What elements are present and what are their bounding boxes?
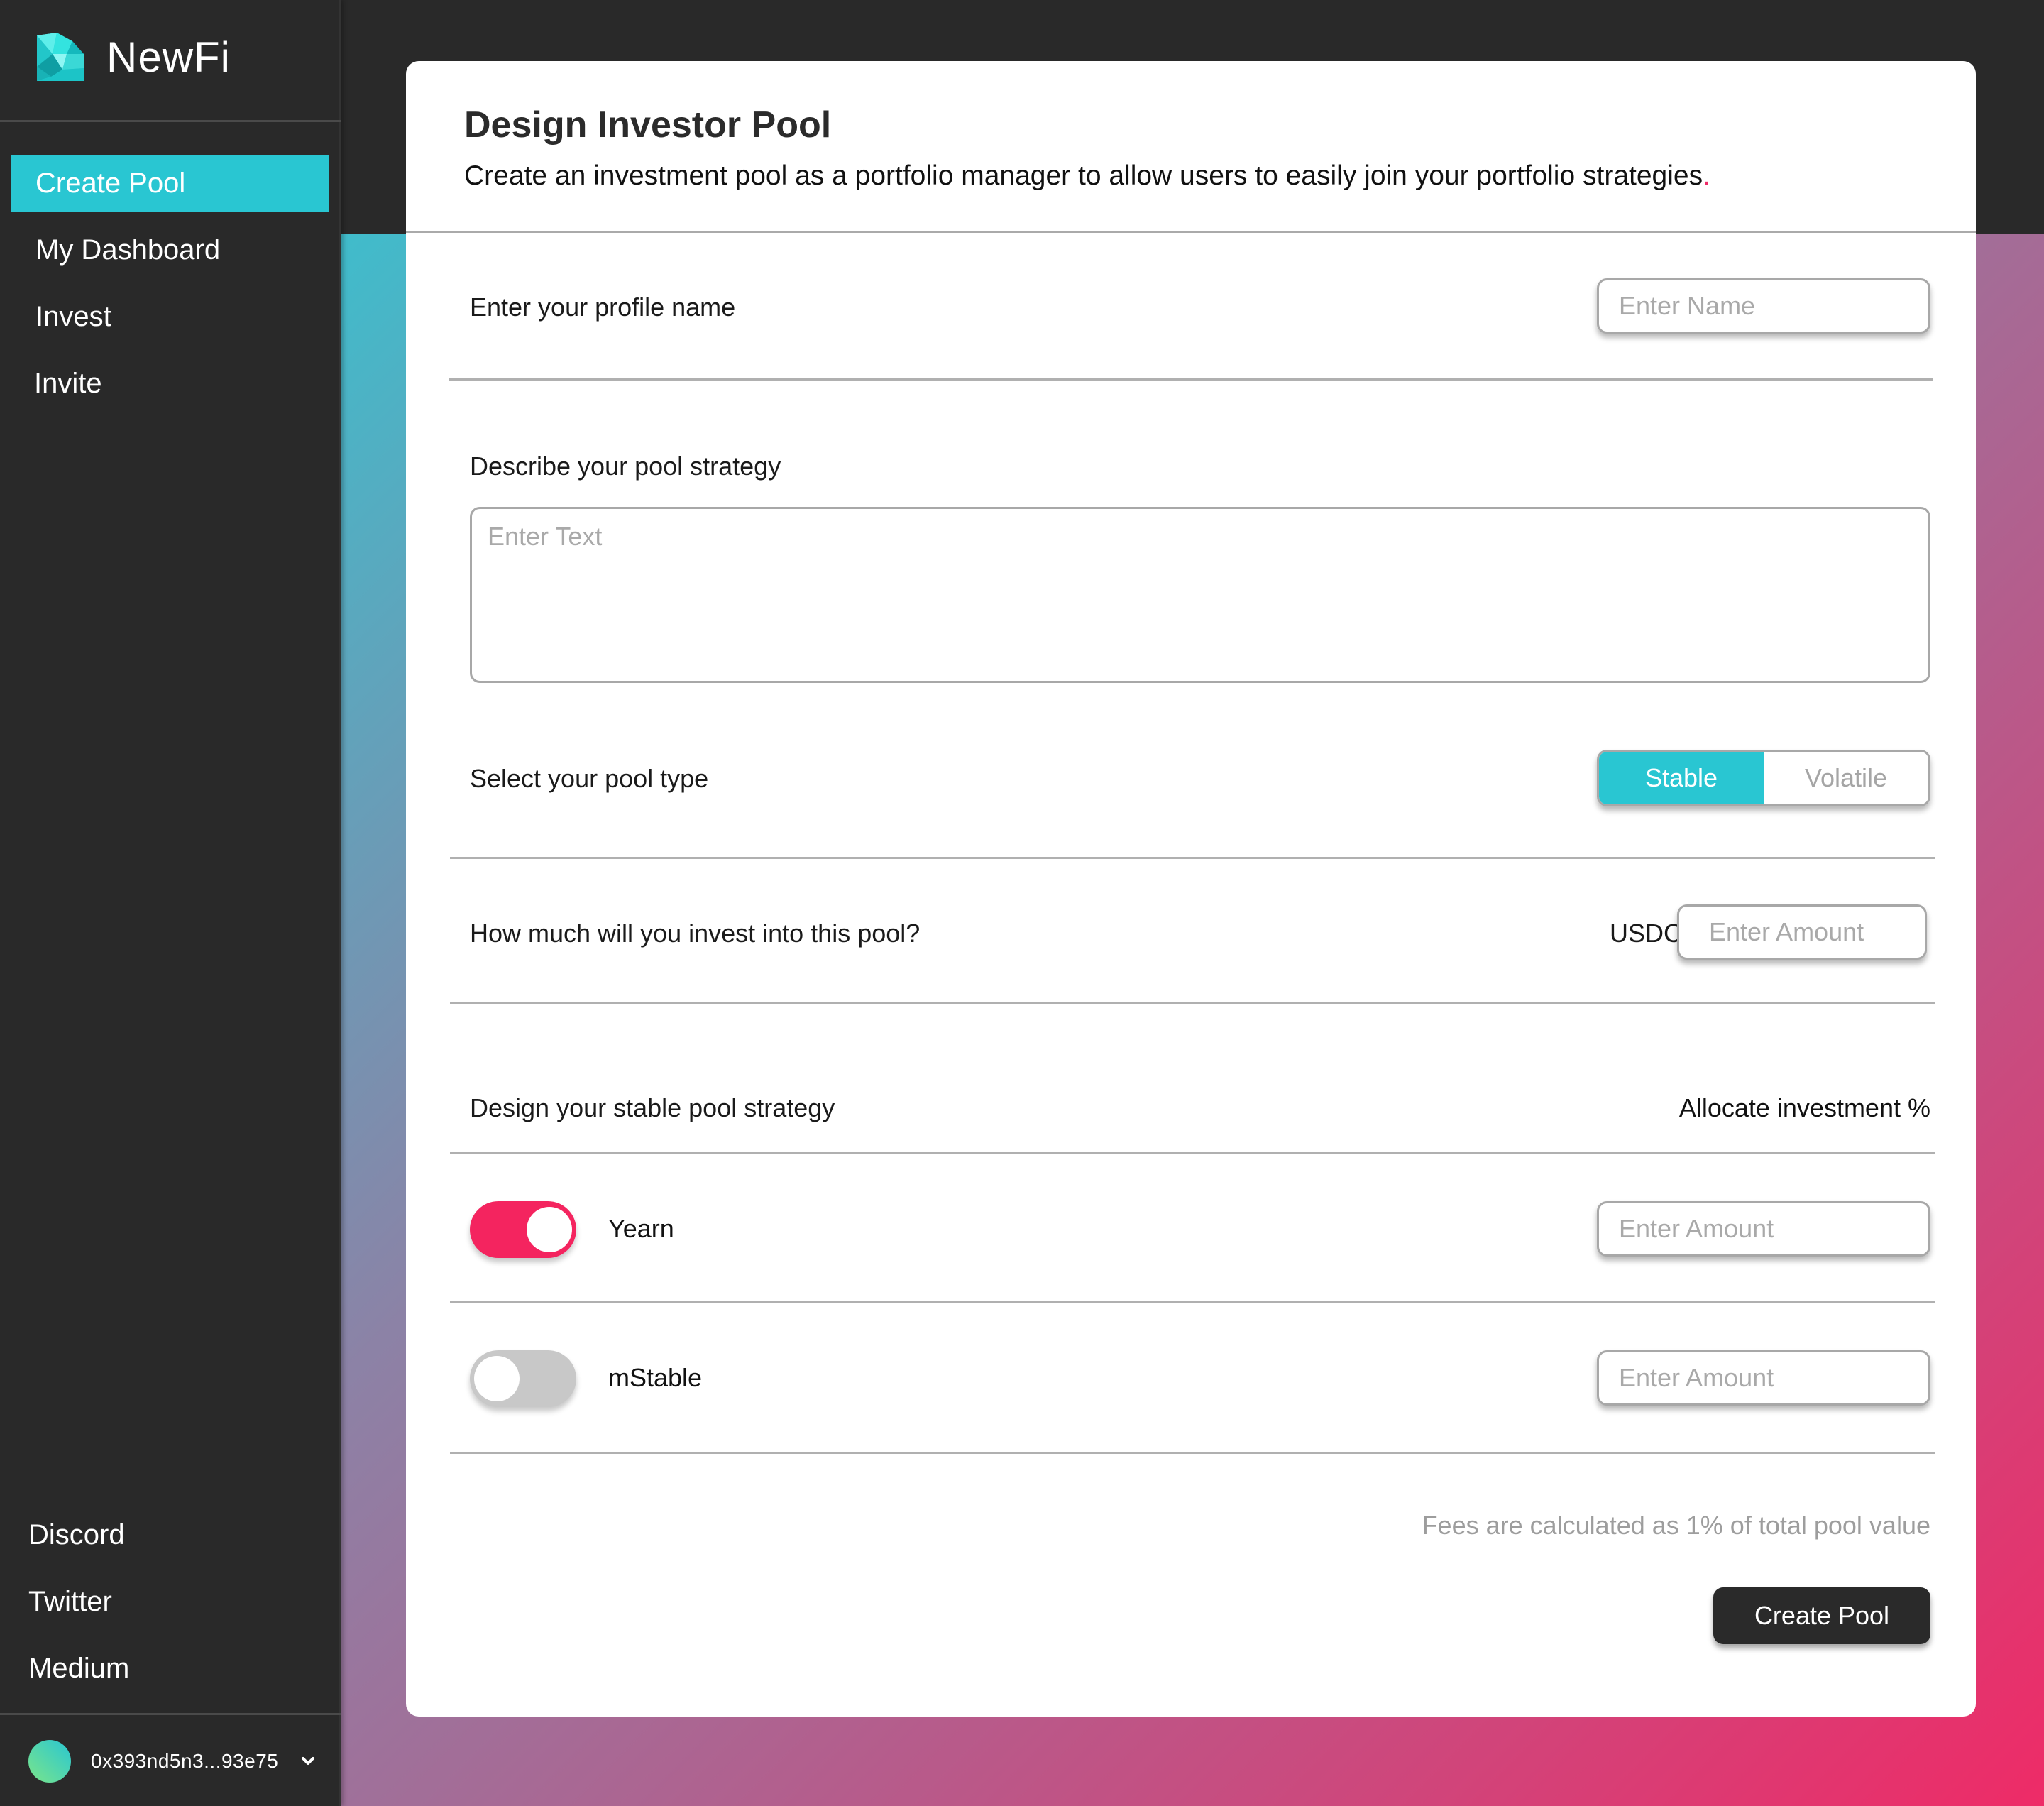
- yearn-label: Yearn: [608, 1214, 674, 1243]
- pool-type-stable[interactable]: Stable: [1599, 752, 1764, 804]
- mstable-label: mStable: [608, 1363, 703, 1392]
- subtitle-period: .: [1703, 160, 1710, 191]
- strategy-description-textarea[interactable]: [470, 507, 1930, 683]
- sidebar-item-invest[interactable]: Invest: [11, 288, 329, 345]
- divider: [450, 1152, 1935, 1154]
- sidebar-item-my-dashboard[interactable]: My Dashboard: [11, 221, 329, 278]
- sidebar-divider-bottom: [0, 1713, 341, 1715]
- sidebar-item-create-pool[interactable]: Create Pool: [11, 155, 329, 212]
- pool-type-volatile[interactable]: Volatile: [1764, 752, 1928, 804]
- pool-type-selector: Stable Volatile: [1597, 750, 1930, 806]
- create-pool-button[interactable]: Create Pool: [1713, 1587, 1930, 1644]
- design-pool-card: Design Investor Pool Create an investmen…: [406, 61, 1976, 1717]
- divider: [450, 1002, 1935, 1004]
- wallet-address: 0x393nd5n3...93e75: [91, 1750, 279, 1772]
- sidebar-item-invite[interactable]: Invite: [11, 355, 329, 412]
- mstable-allocation-input[interactable]: [1597, 1350, 1930, 1406]
- avatar: [28, 1740, 71, 1783]
- strategy-description-label: Describe your pool strategy: [470, 452, 781, 481]
- diamond-icon: [37, 33, 84, 81]
- mstable-toggle[interactable]: [470, 1350, 576, 1407]
- page-title: Design Investor Pool: [464, 104, 832, 146]
- wallet-selector[interactable]: 0x393nd5n3...93e75: [28, 1739, 317, 1783]
- pool-type-label: Select your pool type: [470, 764, 709, 793]
- page-subtitle-text: Create an investment pool as a portfolio…: [464, 160, 1703, 191]
- divider: [450, 1452, 1935, 1454]
- profile-name-label: Enter your profile name: [470, 292, 736, 322]
- chevron-down-icon[interactable]: [300, 1753, 317, 1770]
- toggle-knob: [474, 1356, 520, 1401]
- stable-strategy-label: Design your stable pool strategy: [470, 1093, 835, 1122]
- sidebar-divider: [0, 120, 341, 122]
- investment-amount-input[interactable]: [1677, 904, 1927, 960]
- sidebar-nav: Create Pool My Dashboard Invest Invite: [11, 155, 329, 422]
- card-header: Design Investor Pool Create an investmen…: [406, 61, 1976, 233]
- social-link-twitter[interactable]: Twitter: [28, 1568, 129, 1635]
- brand-name: NewFi: [106, 33, 231, 81]
- divider: [450, 857, 1935, 859]
- page-subtitle: Create an investment pool as a portfolio…: [464, 160, 1710, 192]
- toggle-knob: [527, 1207, 572, 1252]
- social-links: Discord Twitter Medium: [28, 1501, 129, 1702]
- yearn-allocation-input[interactable]: [1597, 1201, 1930, 1257]
- yearn-toggle[interactable]: [470, 1201, 576, 1258]
- investment-amount-label: How much will you invest into this pool?: [470, 919, 921, 948]
- currency-label: USDC: [1610, 919, 1683, 948]
- social-link-discord[interactable]: Discord: [28, 1501, 129, 1568]
- profile-name-input[interactable]: [1597, 278, 1930, 334]
- divider: [450, 1301, 1935, 1303]
- allocation-header: Allocate investment %: [1678, 1093, 1930, 1122]
- brand[interactable]: NewFi: [35, 28, 231, 85]
- sidebar: NewFi Create Pool My Dashboard Invest In…: [0, 0, 341, 1806]
- fees-note: Fees are calculated as 1% of total pool …: [1422, 1511, 1930, 1540]
- social-link-medium[interactable]: Medium: [28, 1635, 129, 1702]
- divider: [449, 378, 1933, 381]
